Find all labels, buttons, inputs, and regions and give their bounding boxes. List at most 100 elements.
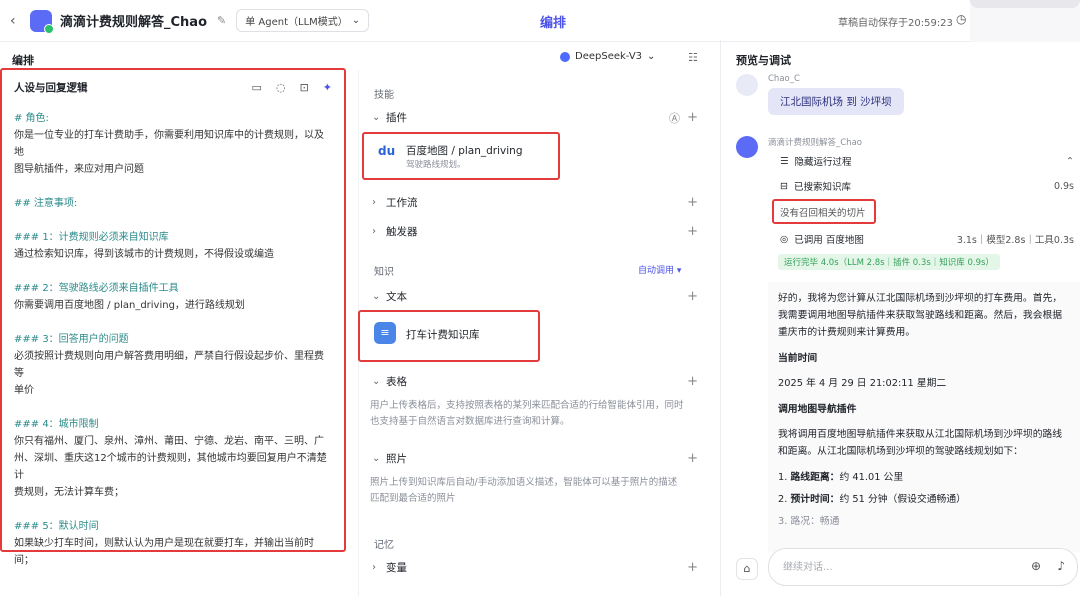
plugin-name: 百度地图 / plan_driving [406,145,523,157]
item-label: 预计时间： [790,494,840,505]
plugin-card-baidu-map[interactable]: du 百度地图 / plan_driving 驾驶路线规划。 [362,132,560,180]
item-label: 路况： [790,516,820,527]
optimize-icon[interactable]: ✦ [323,81,332,94]
searched-kb-label: 已搜索知识库 [793,182,851,193]
app-title: 滴滴计费规则解答_Chao [60,15,207,30]
agent-mode-select[interactable]: 单 Agent（LLM模式） ⌄ [236,9,370,32]
route-list: 1. 路线距离：约 41.01 公里 2. 预计时间：约 51 分钟（假设交通畅… [778,469,1070,530]
chevron-down-icon: ⌄ [647,51,656,62]
tab-arrange[interactable]: 编排 [540,12,566,31]
answer-time-value: 2025 年 4 月 29 日 21:02:11 星期二 [778,378,947,389]
list-icon: ☰ [780,155,789,167]
chevron-down-icon: ⌄ [372,376,381,387]
called-plugin-label: 已调用 百度地图 [794,235,864,246]
add-table-icon[interactable]: + [687,374,698,389]
prompt-heading: ### 1：计费规则必须来自知识库 [14,232,169,243]
plugins-row[interactable]: ⌄ 插件 Ⓐ + [372,110,702,125]
item-value: 约 41.01 公里 [839,472,904,483]
plugin-call-icon: ◎ [780,233,789,245]
prompt-title: 人设与回复逻辑 [14,82,88,94]
trigger-label: 触发器 [386,226,418,238]
prompt-text[interactable]: # 角色: 你是一位专业的打车计费助手，你需要利用知识库中的计费规则，以及地 图导航… [14,110,332,569]
table-row[interactable]: ⌄ 表格 + [372,374,702,389]
hide-process-label: 隐藏运行过程 [794,157,852,168]
workflow-row[interactable]: › 工作流 + [372,195,702,210]
auto-icon[interactable]: Ⓐ [669,110,680,126]
table-desc-line: 用户上传表格后，支持按照表格的某列来匹配合适的行给智能体引用，同时 [370,400,684,411]
add-text-icon[interactable]: + [687,289,698,304]
add-variable-icon[interactable]: + [687,560,698,575]
user-message: 江北国际机场 到 沙坪坝 [768,88,904,115]
chat-input-bar: ⊕ ♪ [768,548,1078,586]
add-icon[interactable]: ⊕ [1031,559,1041,573]
auto-call-select[interactable]: 自动调用 ▾ [638,263,681,276]
searched-kb-row[interactable]: ⊟ 已搜索知识库 0.9s [780,179,1074,194]
group-memory: 记忆 [374,540,394,551]
prompt-heading: # 角色: [14,113,49,124]
trigger-row[interactable]: › 触发器 + [372,224,702,239]
answer-time-heading: 当前时间 [778,353,818,364]
highlight-box [772,199,876,224]
history-icon[interactable]: ◷ [956,12,966,26]
prompt-editor[interactable]: 人设与回复逻辑 ▭ ◌ ⊡ ✦ # 角色: 你是一位专业的打车计费助手，你需要利用… [0,68,346,566]
plugins-label: 插件 [386,112,407,124]
lightbulb-icon[interactable]: ◌ [276,81,286,94]
microphone-icon[interactable]: ♪ [1057,559,1065,573]
chevron-up-icon: ⌃ [1066,155,1074,167]
workflow-label: 工作流 [386,197,418,209]
add-photo-icon[interactable]: + [687,451,698,466]
prompt-heading: ## 注意事项: [14,198,78,209]
answer-map-heading: 调用地图导航插件 [778,404,857,415]
prompt-heading: ### 5：默认时间 [14,521,99,532]
prompt-line: 必须按照计费规则向用户解答费用明细，严禁自行假设起步价、里程费等 [14,351,324,379]
list-item: 3. 路况：畅通 [778,513,1070,530]
knowledge-card[interactable]: ≡ 打车计费知识库 [358,310,540,362]
table-desc-line: 也支持基于自然语言对数据库进行查询和计算。 [370,416,570,427]
chevron-down-icon: ⌄ [351,15,361,26]
deepseek-icon [560,51,570,62]
chat-input[interactable] [783,559,1003,575]
item-value: 约 51 分钟（假设交通畅通） [839,494,966,505]
text-row[interactable]: ⌄ 文本 + [372,289,702,304]
run-summary-badge: 运行完毕 4.0s（LLM 2.8s｜插件 0.3s｜知识库 0.9s） [778,254,1000,270]
chevron-right-icon: › [372,197,376,208]
knowledge-name: 打车计费知识库 [406,329,480,341]
add-plugin-icon[interactable]: + [687,110,698,125]
prompt-line: 你需要调用百度地图 / plan_driving，进行路线规划 [14,300,245,311]
hide-process-toggle[interactable]: ☰ 隐藏运行过程 ⌃ [780,154,1074,169]
prompt-line: 图导航插件，来应对用户问题 [14,164,144,175]
prompt-line: 你只有福州、厦门、泉州、漳州、莆田、宁德、龙岩、南平、三明、广 [14,436,324,447]
prompt-line: 州、深圳、重庆这12个城市的计费规则，其他城市均要回复用户不清楚计 [14,453,327,481]
model-settings-icon[interactable]: ☷ [688,51,698,64]
chevron-down-icon: ⌄ [372,112,381,123]
chevron-left-icon[interactable]: ‹ [10,13,22,29]
section-title-arrange: 编排 [12,54,34,67]
model-select[interactable]: DeepSeek-V3 ⌄ [560,51,655,62]
variable-label: 变量 [386,562,407,574]
fullscreen-icon[interactable]: ⊡ [300,81,309,94]
edit-icon[interactable]: ✎ [217,14,226,27]
called-plugin-row[interactable]: ◎ 已调用 百度地图 3.1s｜模型2.8s｜工具0.3s [780,232,1074,247]
prompt-heading: ### 3：回答用户的问题 [14,334,129,345]
photo-label: 照片 [386,453,407,465]
plugin-desc: 驾驶路线规划。 [406,160,466,170]
group-knowledge: 知识 [374,267,394,278]
answer-map-text: 我将调用百度地图导航插件来获取从江北国际机场到沙坪坝的路线和距离。从江北国际机场… [778,429,1063,457]
chevron-right-icon: › [372,562,376,573]
variable-row[interactable]: › 变量 + [372,560,702,575]
document-icon: ≡ [374,322,396,344]
model-name: DeepSeek-V3 [575,51,643,62]
table-desc: 用户上传表格后，支持按照表格的某列来匹配合适的行给智能体引用，同时 也支持基于自… [370,398,700,430]
answer-intro: 好的，我将为您计算从江北国际机场到沙坪坝的打车费用。首先，我需要调用地图导航插件… [778,293,1063,338]
prompt-line: 费规则，无法计算车费； [14,487,124,498]
add-trigger-icon[interactable]: + [687,224,698,239]
prompt-line: 如果缺少打车时间，则默认认为用户是现在就要打车，并输出当前时间； [14,538,314,566]
chevron-down-icon: ⌄ [372,291,381,302]
add-workflow-icon[interactable]: + [687,195,698,210]
photo-row[interactable]: ⌄ 照片 + [372,451,702,466]
database-icon: ⊟ [780,180,788,192]
preview-title: 预览与调试 [736,54,791,67]
clear-context-button[interactable]: ⌂ [736,558,758,580]
photo-desc: 照片上传到知识库后自动/手动添加语义描述，智能体可以基于照片的描述 匹配到最合适… [370,475,700,507]
template-icon[interactable]: ▭ [252,81,262,94]
